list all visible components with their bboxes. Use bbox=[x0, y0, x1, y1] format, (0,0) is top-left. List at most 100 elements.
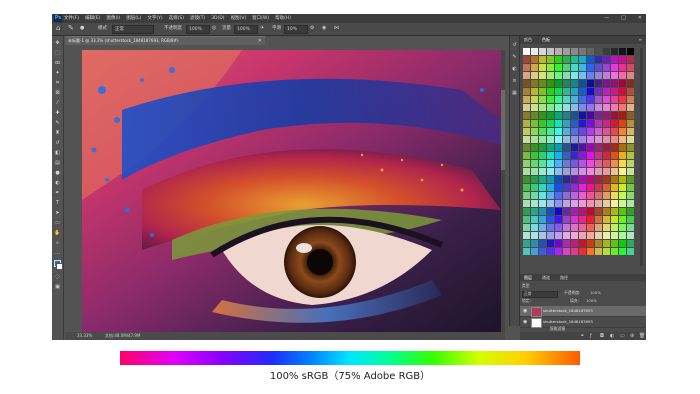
swatch-cell[interactable] bbox=[547, 72, 554, 79]
swatch-cell[interactable] bbox=[619, 152, 626, 159]
swatch-cell[interactable] bbox=[523, 176, 530, 183]
swatch-cell[interactable] bbox=[579, 240, 586, 247]
swatch-cell[interactable] bbox=[523, 160, 530, 167]
swatch-cell[interactable] bbox=[571, 216, 578, 223]
swatch-cell[interactable] bbox=[627, 120, 634, 127]
swatch-cell[interactable] bbox=[547, 192, 554, 199]
swatch-cell[interactable] bbox=[603, 144, 610, 151]
swatch-cell[interactable] bbox=[547, 224, 554, 231]
swatch-cell[interactable] bbox=[595, 144, 602, 151]
swatch-cell[interactable] bbox=[571, 192, 578, 199]
swatch-cell[interactable] bbox=[603, 184, 610, 191]
swatch-cell[interactable] bbox=[547, 240, 554, 247]
swatch-cell[interactable] bbox=[579, 104, 586, 111]
swatch-cell[interactable] bbox=[555, 200, 562, 207]
swatch-cell[interactable] bbox=[579, 192, 586, 199]
swatch-cell[interactable] bbox=[563, 88, 570, 95]
swatch-cell[interactable] bbox=[579, 152, 586, 159]
swatch-cell[interactable] bbox=[571, 232, 578, 239]
swatch-cell[interactable] bbox=[611, 128, 618, 135]
pen-icon[interactable]: ✒ bbox=[54, 190, 61, 196]
swatch-cell[interactable] bbox=[627, 224, 634, 231]
swatch-cell[interactable] bbox=[627, 96, 634, 103]
swatch-cell[interactable] bbox=[523, 240, 530, 247]
swatch-cell[interactable] bbox=[539, 56, 546, 63]
swatch-cell[interactable] bbox=[563, 120, 570, 127]
swatch-cell[interactable] bbox=[603, 112, 610, 119]
swatch-cell[interactable] bbox=[587, 88, 594, 95]
swatch-cell[interactable] bbox=[531, 64, 538, 71]
tab-swatches[interactable]: 色板 bbox=[542, 36, 550, 44]
swatch-cell[interactable] bbox=[611, 240, 618, 247]
swatch-cell[interactable] bbox=[611, 88, 618, 95]
swatch-cell[interactable] bbox=[523, 248, 530, 255]
swatch-cell[interactable] bbox=[603, 88, 610, 95]
swatch-cell[interactable] bbox=[611, 104, 618, 111]
swatch-cell[interactable] bbox=[595, 72, 602, 79]
flow-field[interactable]: 100% bbox=[234, 25, 258, 34]
swatch-cell[interactable] bbox=[595, 168, 602, 175]
swatch-cell[interactable] bbox=[531, 152, 538, 159]
swatch-cell[interactable] bbox=[531, 128, 538, 135]
swatch-cell[interactable] bbox=[571, 176, 578, 183]
swatch-cell[interactable] bbox=[611, 48, 618, 55]
swatch-cell[interactable] bbox=[627, 184, 634, 191]
swatch-cell[interactable] bbox=[587, 104, 594, 111]
swatch-cell[interactable] bbox=[523, 208, 530, 215]
swatch-cell[interactable] bbox=[611, 168, 618, 175]
swatch-cell[interactable] bbox=[523, 72, 530, 79]
swatch-cell[interactable] bbox=[619, 88, 626, 95]
swatch-cell[interactable] bbox=[603, 136, 610, 143]
swatch-cell[interactable] bbox=[531, 216, 538, 223]
menu-image[interactable]: 图像(I) bbox=[106, 14, 120, 23]
swatch-cell[interactable] bbox=[523, 88, 530, 95]
swatch-cell[interactable] bbox=[531, 248, 538, 255]
menu-3d[interactable]: 3D(D) bbox=[211, 14, 224, 23]
swatch-cell[interactable] bbox=[571, 64, 578, 71]
swatch-cell[interactable] bbox=[579, 48, 586, 55]
swatch-cell[interactable] bbox=[627, 72, 634, 79]
brush-icon[interactable]: ✎ bbox=[54, 120, 61, 126]
swatch-cell[interactable] bbox=[531, 80, 538, 87]
swatch-cell[interactable] bbox=[523, 144, 530, 151]
swatch-cell[interactable] bbox=[539, 72, 546, 79]
swatch-cell[interactable] bbox=[603, 96, 610, 103]
swatch-cell[interactable] bbox=[579, 208, 586, 215]
swatch-cell[interactable] bbox=[595, 112, 602, 119]
swatch-cell[interactable] bbox=[571, 240, 578, 247]
swatch-cell[interactable] bbox=[603, 248, 610, 255]
swatch-cell[interactable] bbox=[547, 88, 554, 95]
swatch-cell[interactable] bbox=[579, 184, 586, 191]
swatch-cell[interactable] bbox=[563, 80, 570, 87]
swatch-cell[interactable] bbox=[579, 72, 586, 79]
swatch-cell[interactable] bbox=[619, 240, 626, 247]
swatch-cell[interactable] bbox=[579, 136, 586, 143]
swatch-cell[interactable] bbox=[627, 248, 634, 255]
healing-icon[interactable]: ✚ bbox=[54, 110, 61, 116]
swatch-cell[interactable] bbox=[555, 96, 562, 103]
swatch-cell[interactable] bbox=[563, 208, 570, 215]
swatch-cell[interactable] bbox=[603, 64, 610, 71]
swatch-cell[interactable] bbox=[555, 240, 562, 247]
scrollbar-thumb[interactable] bbox=[501, 90, 505, 170]
swatch-cell[interactable] bbox=[571, 80, 578, 87]
swatch-cell[interactable] bbox=[555, 152, 562, 159]
swatch-cell[interactable] bbox=[603, 128, 610, 135]
swatch-cell[interactable] bbox=[595, 216, 602, 223]
swatch-cell[interactable] bbox=[547, 48, 554, 55]
swatch-cell[interactable] bbox=[531, 224, 538, 231]
swatch-cell[interactable] bbox=[571, 248, 578, 255]
document-tab[interactable]: 未标题-1 @ 33.3% (shutterstock_1848187693, … bbox=[65, 36, 265, 45]
swatch-cell[interactable] bbox=[627, 48, 634, 55]
swatch-cell[interactable] bbox=[611, 224, 618, 231]
swatch-cell[interactable] bbox=[539, 120, 546, 127]
swatch-cell[interactable] bbox=[579, 216, 586, 223]
swatch-cell[interactable] bbox=[571, 88, 578, 95]
swatch-cell[interactable] bbox=[555, 160, 562, 167]
swatch-cell[interactable] bbox=[587, 112, 594, 119]
gradient-icon[interactable]: ▤ bbox=[54, 160, 61, 166]
swatch-cell[interactable] bbox=[571, 104, 578, 111]
swatch-cell[interactable] bbox=[523, 56, 530, 63]
swatch-cell[interactable] bbox=[587, 128, 594, 135]
swatch-cell[interactable] bbox=[547, 64, 554, 71]
